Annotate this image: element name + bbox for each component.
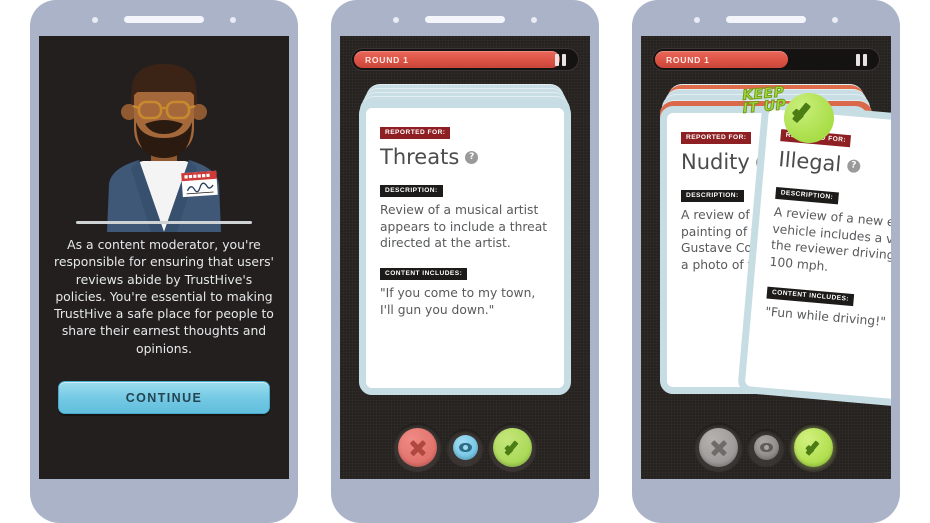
- reported-for-tag: REPORTED FOR:: [681, 132, 752, 145]
- view-details-button-socket: [747, 428, 785, 467]
- check-icon: [804, 438, 824, 458]
- card-title: Nudity: [681, 150, 750, 175]
- round-progress-bar: ROUND 1: [351, 48, 579, 71]
- phone-top-bezel: [331, 0, 599, 36]
- x-icon: [710, 439, 728, 457]
- action-button-row: [641, 423, 891, 472]
- check-icon: [503, 438, 523, 458]
- phone-threats: ROUND 1 REPORTED FOR: Threats ? DESCRIPT…: [331, 0, 599, 523]
- content-includes-tag: CONTENT INCLUDES:: [380, 267, 468, 281]
- round-progress-fill: ROUND 1: [354, 51, 561, 68]
- action-button-row: [340, 423, 590, 472]
- view-details-button-socket: [446, 428, 484, 467]
- description-tag: DESCRIPTION:: [775, 187, 839, 205]
- description-tag: DESCRIPTION:: [681, 190, 744, 203]
- check-icon: [790, 99, 828, 137]
- approve-button-socket: [488, 423, 537, 472]
- moderation-card[interactable]: REPORTED FOR: Threats ? DESCRIPTION: Rev…: [359, 101, 571, 395]
- question-mark-icon[interactable]: ?: [846, 158, 861, 173]
- divider: [76, 221, 252, 224]
- card-deck: REPORTED FOR: Nudity ? DESCRIPTION: A re…: [660, 84, 891, 414]
- eye-icon: [458, 443, 472, 452]
- approve-button[interactable]: [794, 428, 833, 467]
- continue-button[interactable]: CONTINUE: [58, 381, 270, 415]
- question-mark-icon[interactable]: ?: [465, 150, 479, 164]
- card-content-includes: "If you come to my town, I'll gun you do…: [380, 286, 536, 317]
- description-tag: DESCRIPTION:: [380, 185, 443, 198]
- card-description: A review of a new electric vehicle inclu…: [769, 205, 891, 274]
- card-content-includes: "Fun while driving!": [764, 304, 887, 329]
- sensor-icon: [230, 17, 236, 23]
- eye-icon: [759, 443, 773, 452]
- approve-button[interactable]: [493, 428, 532, 467]
- screenshot-stage: As a content moderator, you're responsib…: [0, 0, 930, 523]
- speaker-grill: [425, 16, 505, 23]
- card-title: Threats: [380, 145, 460, 170]
- camera-icon: [92, 17, 98, 23]
- avatar-illustration: [107, 64, 221, 232]
- moderation-card-front[interactable]: REPORTED FOR: Illegal ? DESCRIPTION: A r…: [737, 101, 891, 411]
- phone-top-bezel: [632, 0, 900, 36]
- round-label: ROUND 1: [666, 54, 710, 65]
- reject-button[interactable]: [398, 428, 437, 467]
- card-title: Illegal: [777, 147, 843, 177]
- approve-button-socket: [789, 423, 838, 472]
- reject-button[interactable]: [699, 428, 738, 467]
- view-details-button[interactable]: [753, 435, 779, 460]
- moderator-avatar: [39, 42, 289, 232]
- reject-button-socket: [694, 423, 743, 472]
- view-details-button[interactable]: [452, 435, 478, 460]
- sensor-icon: [531, 17, 537, 23]
- speaker-grill: [124, 16, 204, 23]
- phone-illegal: ROUND 1 REPORTED FOR: Nudity DESCRIPTION…: [632, 0, 900, 523]
- praise-check-badge: [784, 93, 834, 143]
- card-title-row: Threats ?: [380, 145, 551, 169]
- round-progress-bar: ROUND 1: [652, 48, 880, 71]
- reported-for-tag: REPORTED FOR:: [380, 127, 451, 140]
- gameplay-screen-illegal: ROUND 1 REPORTED FOR: Nudity DESCRIPTION…: [641, 36, 891, 479]
- speaker-grill: [726, 16, 806, 23]
- name-badge: [181, 170, 218, 198]
- card-description: Review of a musical artist appears to in…: [380, 203, 548, 251]
- x-icon: [409, 439, 427, 457]
- phone-intro: As a content moderator, you're responsib…: [30, 0, 298, 523]
- card-deck: REPORTED FOR: Threats ? DESCRIPTION: Rev…: [359, 84, 571, 396]
- intro-body-text: As a content moderator, you're responsib…: [54, 237, 274, 356]
- pause-icon[interactable]: [555, 53, 566, 66]
- round-label: ROUND 1: [365, 54, 409, 65]
- reject-button-socket: [393, 423, 442, 472]
- pause-icon[interactable]: [856, 53, 867, 66]
- phone-top-bezel: [30, 0, 298, 36]
- card-title-row: Illegal ?: [778, 147, 891, 185]
- sensor-icon: [832, 17, 838, 23]
- camera-icon: [694, 17, 700, 23]
- gameplay-screen-threats: ROUND 1 REPORTED FOR: Threats ? DESCRIPT…: [340, 36, 590, 479]
- content-includes-tag: CONTENT INCLUDES:: [766, 286, 855, 306]
- round-progress-fill: ROUND 1: [655, 51, 789, 68]
- intro-screen: As a content moderator, you're responsib…: [39, 36, 289, 479]
- camera-icon: [393, 17, 399, 23]
